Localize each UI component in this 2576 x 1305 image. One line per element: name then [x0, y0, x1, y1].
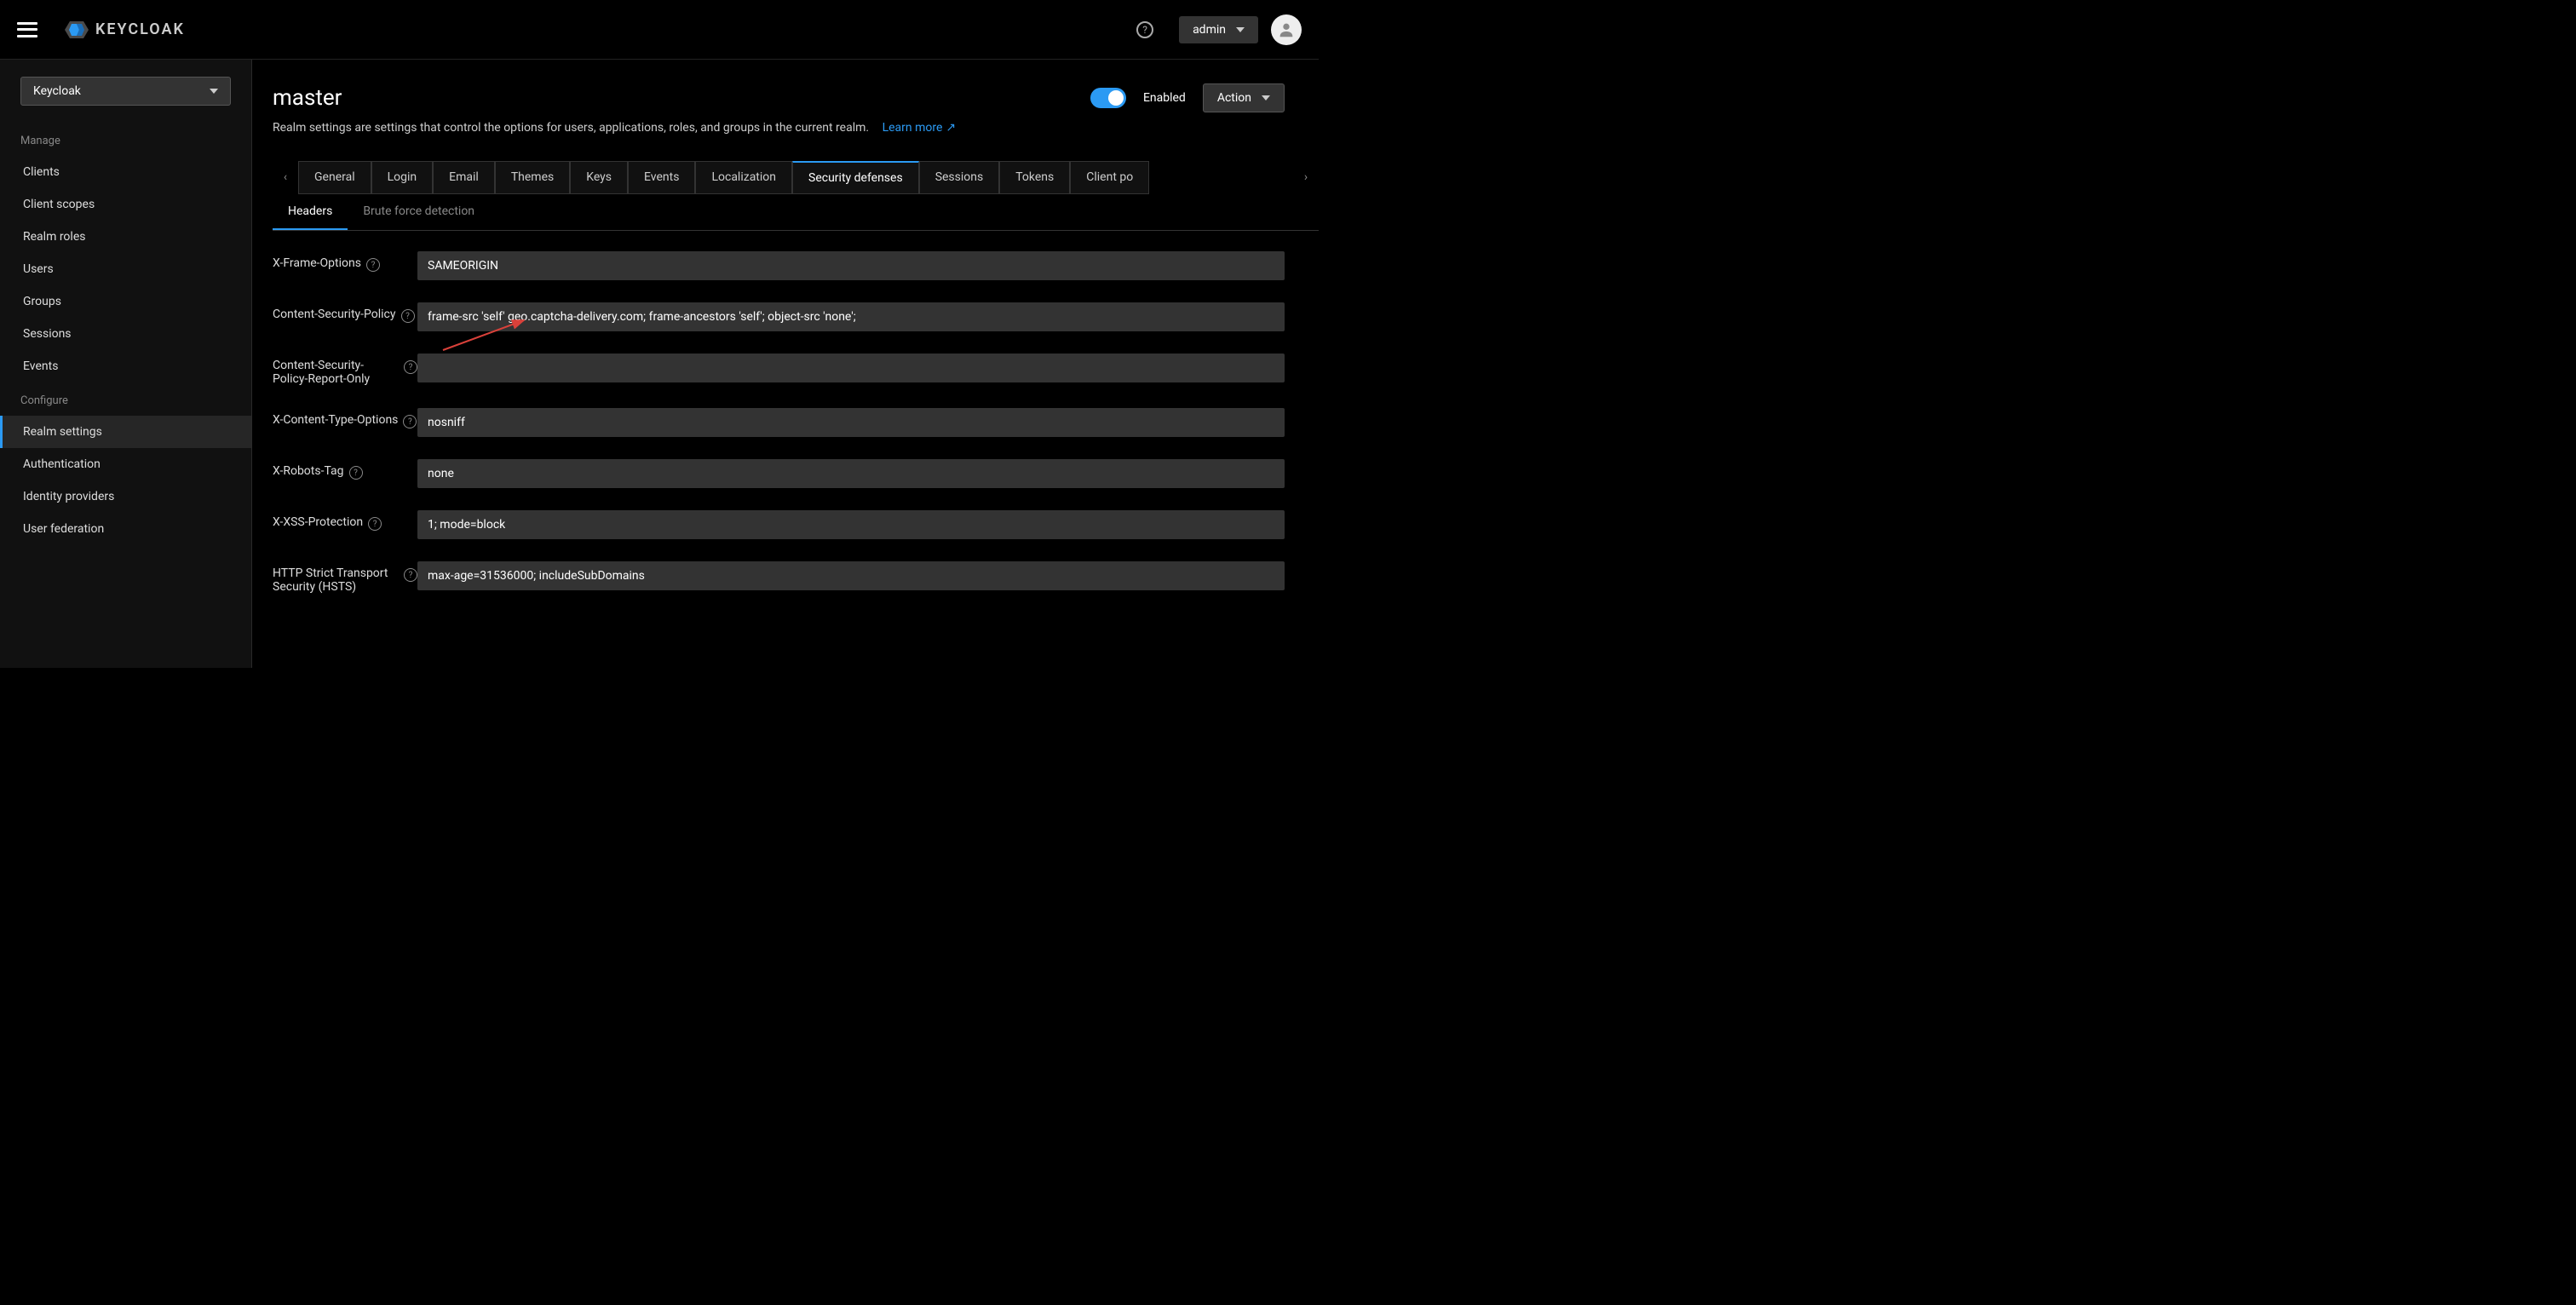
tab-scroll-right[interactable]: ›: [1293, 160, 1319, 194]
help-icon[interactable]: ?: [404, 568, 417, 582]
tab-security-defenses[interactable]: Security defenses: [792, 161, 919, 194]
input-x-xss-protection[interactable]: [417, 510, 1285, 539]
headers-form: X-Frame-Options? Content-Security-Policy…: [273, 231, 1319, 594]
sidebar-section-configure: Configure: [0, 382, 251, 416]
page-description: Realm settings are settings that control…: [273, 121, 1319, 135]
chevron-down-icon: [210, 89, 218, 94]
page-title: master: [273, 85, 342, 111]
field-x-frame-options: X-Frame-Options?: [273, 251, 1285, 280]
subtab-brute-force[interactable]: Brute force detection: [348, 194, 490, 230]
tabs: General Login Email Themes Keys Events L…: [298, 161, 1293, 194]
tab-client-policies[interactable]: Client po: [1070, 161, 1149, 194]
realm-selector-value: Keycloak: [33, 84, 81, 98]
sidebar-item-events[interactable]: Events: [0, 350, 251, 382]
tab-general[interactable]: General: [298, 161, 371, 194]
brand-logo[interactable]: KEYCLOAK: [63, 16, 185, 43]
field-x-content-type: X-Content-Type-Options?: [273, 408, 1285, 437]
tab-events[interactable]: Events: [628, 161, 695, 194]
tab-email[interactable]: Email: [433, 161, 495, 194]
sidebar: Keycloak Manage Clients Client scopes Re…: [0, 60, 252, 668]
subtab-headers[interactable]: Headers: [273, 194, 348, 230]
input-x-frame-options[interactable]: [417, 251, 1285, 280]
main-content: master Enabled Action Realm settings are…: [252, 60, 1319, 668]
action-label: Action: [1217, 91, 1251, 105]
help-icon[interactable]: ?: [368, 517, 382, 531]
tab-sessions[interactable]: Sessions: [919, 161, 1000, 194]
brand-text: KEYCLOAK: [95, 20, 185, 38]
tab-localization[interactable]: Localization: [695, 161, 792, 194]
realm-selector[interactable]: Keycloak: [20, 77, 231, 106]
tab-themes[interactable]: Themes: [495, 161, 570, 194]
sidebar-item-client-scopes[interactable]: Client scopes: [0, 188, 251, 221]
sidebar-item-realm-roles[interactable]: Realm roles: [0, 221, 251, 253]
hamburger-icon[interactable]: [17, 22, 37, 37]
sidebar-section-manage: Manage: [0, 123, 251, 156]
tab-login[interactable]: Login: [371, 161, 434, 194]
sidebar-item-clients[interactable]: Clients: [0, 156, 251, 188]
help-icon[interactable]: ?: [366, 258, 380, 272]
field-x-robots-tag: X-Robots-Tag?: [273, 459, 1285, 488]
input-csp-report-only[interactable]: [417, 354, 1285, 382]
action-button[interactable]: Action: [1203, 83, 1285, 112]
tabs-row: ‹ General Login Email Themes Keys Events…: [273, 160, 1319, 194]
chevron-down-icon: [1236, 27, 1245, 32]
topbar: KEYCLOAK ? admin: [0, 0, 1319, 60]
keycloak-logo-icon: [63, 16, 90, 43]
tab-tokens[interactable]: Tokens: [999, 161, 1070, 194]
external-link-icon: ↗: [946, 121, 956, 135]
sidebar-item-user-federation[interactable]: User federation: [0, 513, 251, 545]
input-x-robots-tag[interactable]: [417, 459, 1285, 488]
sidebar-item-groups[interactable]: Groups: [0, 285, 251, 318]
sidebar-item-authentication[interactable]: Authentication: [0, 448, 251, 480]
enabled-toggle[interactable]: [1090, 88, 1126, 108]
learn-more-link[interactable]: Learn more↗: [883, 121, 957, 135]
user-menu[interactable]: admin: [1179, 16, 1258, 43]
sidebar-item-realm-settings[interactable]: Realm settings: [0, 416, 251, 448]
input-csp[interactable]: [417, 302, 1285, 331]
help-icon[interactable]: ?: [403, 415, 417, 428]
field-csp-report-only: Content-Security-Policy-Report-Only?: [273, 354, 1285, 386]
enabled-label: Enabled: [1143, 91, 1186, 105]
tab-scroll-left[interactable]: ‹: [273, 160, 298, 194]
sidebar-item-sessions[interactable]: Sessions: [0, 318, 251, 350]
input-x-content-type[interactable]: [417, 408, 1285, 437]
field-csp: Content-Security-Policy?: [273, 302, 1285, 331]
subtabs: Headers Brute force detection: [273, 194, 1319, 231]
chevron-down-icon: [1262, 95, 1270, 101]
tab-keys[interactable]: Keys: [570, 161, 628, 194]
help-icon[interactable]: ?: [401, 309, 415, 323]
user-name: admin: [1193, 23, 1226, 37]
avatar[interactable]: [1271, 14, 1302, 45]
input-hsts[interactable]: [417, 561, 1285, 590]
sidebar-item-identity-providers[interactable]: Identity providers: [0, 480, 251, 513]
field-x-xss-protection: X-XSS-Protection?: [273, 510, 1285, 539]
help-icon[interactable]: ?: [1136, 21, 1153, 38]
help-icon[interactable]: ?: [404, 360, 417, 374]
avatar-icon: [1277, 20, 1296, 39]
field-hsts: HTTP Strict Transport Security (HSTS)?: [273, 561, 1285, 594]
help-icon[interactable]: ?: [349, 466, 363, 480]
sidebar-item-users[interactable]: Users: [0, 253, 251, 285]
